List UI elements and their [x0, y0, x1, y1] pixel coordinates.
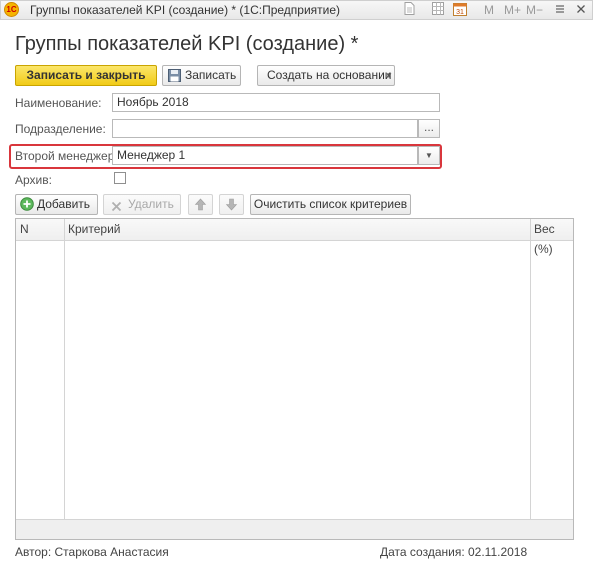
document-icon[interactable]	[403, 2, 415, 17]
grid-icon[interactable]	[432, 2, 444, 17]
floppy-disk-icon	[168, 69, 181, 88]
criteria-table[interactable]: N Критерий Вес (%)	[15, 218, 574, 540]
arrow-up-icon	[194, 198, 207, 217]
dropdown-arrow-icon: ▼	[385, 71, 393, 80]
column-header-weight[interactable]: Вес (%)	[530, 219, 573, 256]
move-down-button[interactable]	[219, 194, 244, 215]
second-manager-label: Второй менеджер:	[15, 149, 118, 163]
clear-criteria-button[interactable]: Очистить список критериев	[250, 194, 411, 215]
delete-x-icon	[111, 199, 122, 218]
app-logo-icon[interactable]: 1С	[4, 2, 19, 17]
table-footer	[16, 519, 573, 539]
close-icon[interactable]	[573, 2, 589, 18]
name-input[interactable]: Ноябрь 2018	[112, 93, 440, 112]
delete-button[interactable]: Удалить	[103, 194, 181, 215]
creation-date-text: Дата создания: 02.11.2018	[380, 545, 528, 559]
memory-m-button[interactable]: M	[484, 3, 494, 17]
memory-m-plus-button[interactable]: M+	[504, 3, 521, 17]
menu-icon[interactable]	[552, 2, 568, 18]
save-button[interactable]: Записать	[162, 65, 241, 86]
delete-button-label: Удалить	[128, 197, 174, 211]
column-header-n[interactable]: N	[16, 219, 64, 241]
second-manager-dropdown-icon[interactable]: ▼	[418, 146, 440, 165]
create-based-on-button[interactable]: Создать на основании ▼	[257, 65, 395, 86]
add-button-label: Добавить	[37, 197, 91, 211]
department-label: Подразделение:	[15, 122, 106, 136]
save-button-label: Записать	[185, 68, 237, 82]
page-title: Группы показателей KPI (создание) *	[15, 33, 359, 55]
move-up-button[interactable]	[188, 194, 213, 215]
create-based-on-label: Создать на основании	[267, 68, 392, 82]
save-and-close-button[interactable]: Записать и закрыть	[15, 65, 157, 86]
department-input[interactable]	[112, 119, 418, 138]
window-title: Группы показателей KPI (создание) * (1С:…	[30, 3, 341, 17]
archive-label: Архив:	[15, 173, 52, 187]
svg-text:31: 31	[456, 9, 464, 16]
archive-checkbox[interactable]	[114, 172, 126, 184]
column-divider	[530, 219, 531, 539]
arrow-down-icon	[225, 198, 238, 217]
department-select-button[interactable]: ...	[418, 119, 440, 138]
name-label: Наименование:	[15, 96, 102, 110]
memory-m-minus-button[interactable]: M−	[526, 3, 543, 17]
column-divider	[64, 219, 65, 539]
add-button[interactable]: Добавить	[15, 194, 98, 215]
column-header-criterion[interactable]: Критерий	[64, 219, 530, 241]
author-text: Автор: Старкова Анастасия	[15, 545, 169, 559]
calendar-icon[interactable]: 31	[453, 2, 467, 17]
add-icon	[20, 197, 34, 217]
second-manager-input[interactable]: Менеджер 1	[112, 146, 418, 165]
